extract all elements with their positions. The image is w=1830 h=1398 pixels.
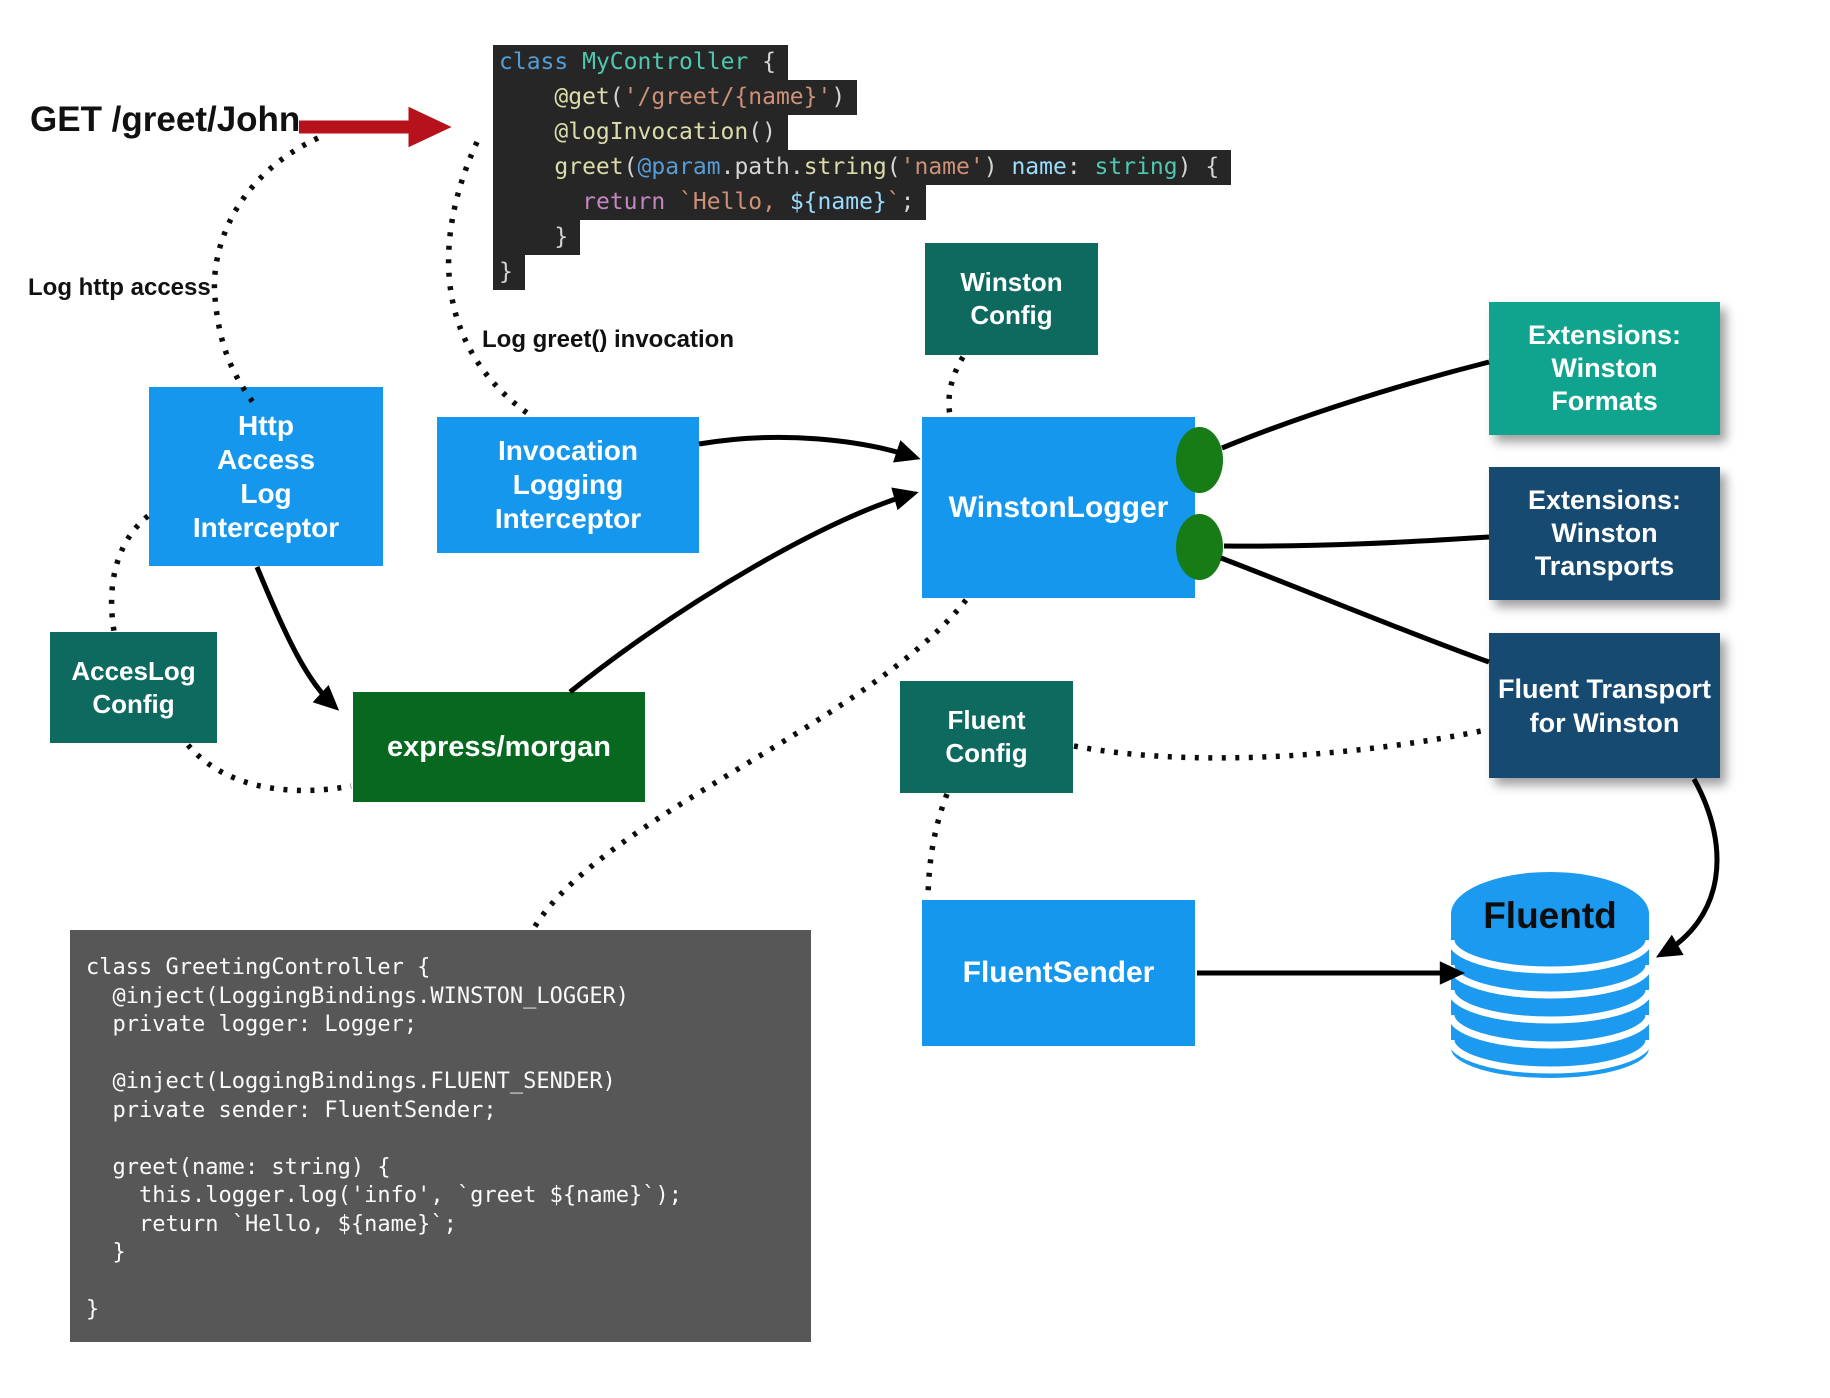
- fluentd-label: Fluentd: [1483, 895, 1617, 936]
- extension-point-formats-oval: [1176, 427, 1223, 493]
- greeting-controller-code: class GreetingController { @inject(Loggi…: [70, 930, 811, 1342]
- log-greet-invocation-label: Log greet() invocation: [482, 326, 734, 354]
- extension-point-transports-oval: [1176, 514, 1223, 580]
- box-extensions-winston-transports: Extensions:WinstonTransports: [1489, 467, 1720, 600]
- box-fluent-config: FluentConfig: [900, 681, 1073, 793]
- arrow-http-interceptor-to-express: [257, 567, 334, 706]
- controller-code-snippet: class MyController { @get('/greet/{name}…: [493, 45, 1231, 290]
- box-winston-logger: WinstonLogger: [922, 417, 1195, 598]
- log-http-access-label: Log http access: [28, 274, 211, 302]
- dotted-http-interceptor-to-acceslog-config: [112, 516, 148, 631]
- dotted-fluent-config-to-fluent-sender: [928, 794, 947, 896]
- dotted-acceslog-config-to-express: [188, 745, 351, 790]
- dotted-request-to-http-interceptor: [214, 138, 318, 408]
- box-http-access-log-interceptor: HttpAccessLogInterceptor: [149, 387, 383, 566]
- diagram-canvas: Fluentd HttpAccessLogInterceptor Invocat…: [0, 0, 1830, 1398]
- box-fluent-transport-for-winston: Fluent Transportfor Winston: [1489, 633, 1720, 778]
- box-extensions-winston-formats: Extensions:WinstonFormats: [1489, 302, 1720, 435]
- box-acceslog-config: AccesLogConfig: [50, 632, 217, 743]
- fluentd-database-icon: Fluentd: [1446, 866, 1654, 1086]
- line-oval-to-winston-formats: [1222, 362, 1489, 448]
- line-oval-to-fluent-transport: [1221, 558, 1489, 662]
- dotted-fluent-config-to-fluent-transport: [1074, 730, 1486, 758]
- arrow-invocation-to-winston-logger: [699, 437, 914, 457]
- request-label: GET /greet/John: [30, 100, 300, 140]
- box-express-morgan: express/morgan: [353, 692, 645, 802]
- arrow-fluent-transport-to-fluentd: [1662, 779, 1717, 954]
- box-invocation-logging-interceptor: InvocationLoggingInterceptor: [437, 417, 699, 553]
- box-fluent-sender: FluentSender: [922, 900, 1195, 1046]
- line-oval-to-winston-transports: [1224, 537, 1489, 546]
- dotted-winston-config-to-logger: [949, 357, 963, 415]
